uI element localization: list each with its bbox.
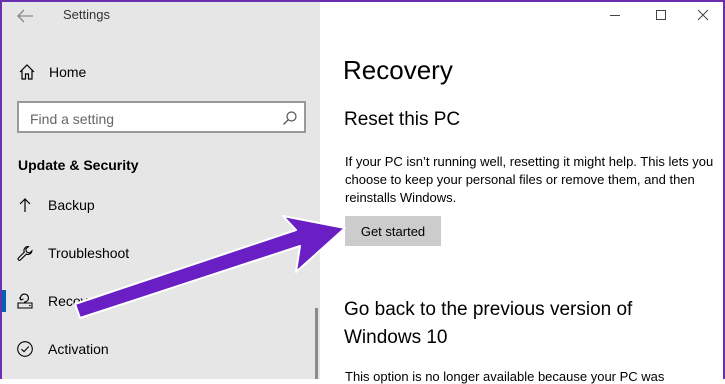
recovery-icon	[16, 292, 34, 310]
sidebar-item-home[interactable]: Home	[0, 50, 320, 94]
sidebar-item-label: Activation	[48, 341, 109, 357]
search-placeholder: Find a setting	[30, 111, 115, 127]
sidebar-item-troubleshoot[interactable]: Troubleshoot	[0, 233, 320, 273]
go-back-description: This option is no longer available becau…	[345, 369, 665, 384]
sidebar-item-label: Backup	[48, 197, 95, 213]
sidebar-item-activation[interactable]: Activation	[0, 329, 320, 369]
checkmark-circle-icon	[16, 340, 34, 358]
app-title: Settings	[63, 7, 110, 22]
wrench-icon	[16, 244, 34, 262]
reset-description: If your PC isn’t running well, resetting…	[345, 154, 714, 205]
selection-indicator	[2, 290, 6, 312]
up-arrow-icon	[16, 196, 34, 214]
page-title: Recovery	[343, 55, 453, 85]
sidebar-item-label: Recovery	[48, 293, 108, 309]
main-content: Recovery Reset this PC If your PC isn’t …	[320, 0, 725, 384]
search-input[interactable]: Find a setting	[17, 101, 306, 133]
section-title: Update & Security	[18, 157, 139, 173]
minimize-icon[interactable]	[606, 6, 624, 24]
sidebar-item-backup[interactable]: Backup	[0, 185, 320, 225]
back-arrow-icon[interactable]	[14, 6, 36, 26]
sidebar-item-recovery[interactable]: Recovery	[0, 281, 320, 321]
close-icon[interactable]	[694, 6, 712, 24]
sidebar: Settings Home Find a setting Update & Se…	[0, 0, 320, 379]
maximize-icon[interactable]	[652, 6, 670, 24]
home-icon	[18, 63, 36, 81]
window-controls	[591, 0, 721, 30]
go-back-heading: Go back to the previous version of Windo…	[344, 299, 633, 348]
get-started-button[interactable]: Get started	[345, 216, 441, 246]
sidebar-item-label: Troubleshoot	[48, 245, 130, 261]
reset-heading: Reset this PC	[344, 109, 461, 130]
search-icon[interactable]	[282, 110, 298, 126]
home-label: Home	[49, 64, 87, 80]
sidebar-scrollbar[interactable]	[315, 308, 318, 379]
